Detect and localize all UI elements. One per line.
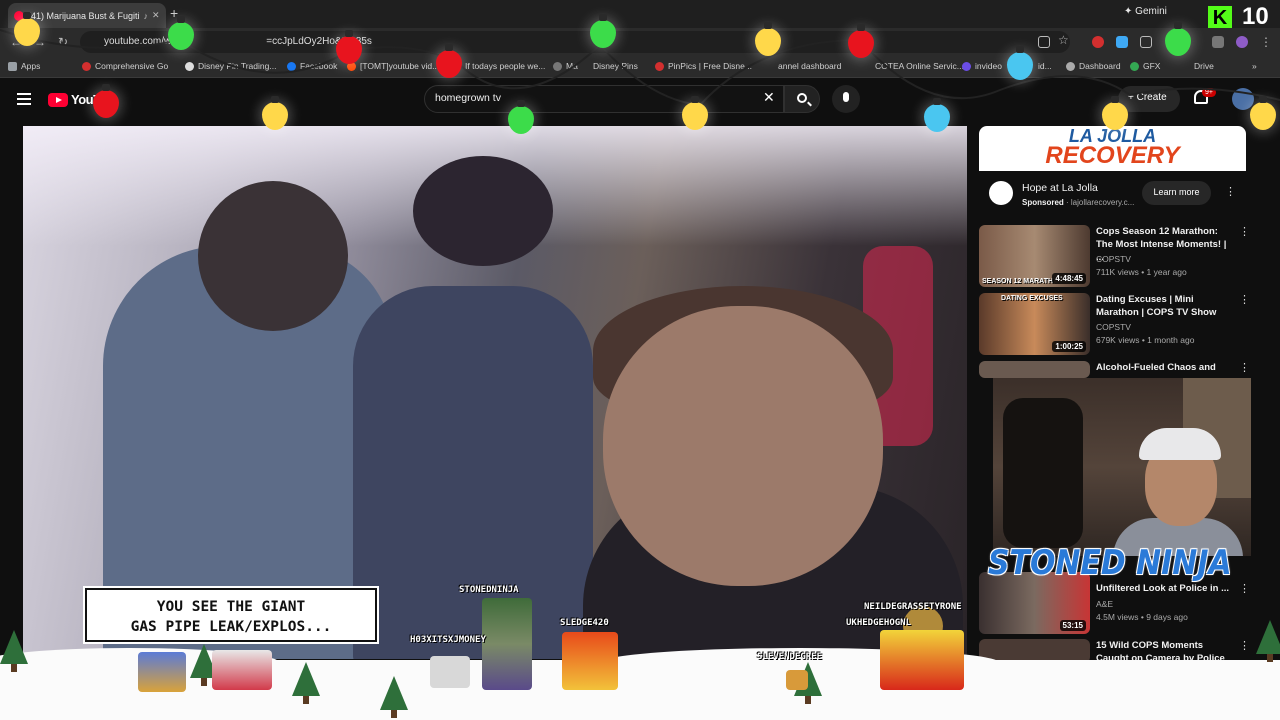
pine-tree-icon [380,676,408,718]
video-person-head [603,306,883,586]
video-thumbnail[interactable]: SEASON 12 MARATH 4:48:45 [979,225,1090,287]
chat-avatar-sprite [138,652,186,692]
video-person-firefighter [353,286,593,659]
video-more-icon[interactable]: ⋮ [1239,582,1250,595]
chat-avatar-sprite [482,598,532,690]
chat-message-line1: YOU SEE THE GIANT [156,599,306,615]
thumbnail-caption: DATING EXCUSES [1001,295,1063,302]
christmas-lights-wire [0,29,1280,107]
chat-avatar-sprite [786,670,808,690]
chat-username: STONEDNINJA [459,585,519,595]
learn-more-button[interactable]: Learn more [1142,181,1211,205]
chat-message-bubble: YOU SEE THE GIANT GAS PIPE LEAK/EXPLOS..… [85,588,377,642]
video-more-icon[interactable]: ⋮ [1239,361,1250,374]
video-channel[interactable]: COPSTV [1096,254,1131,264]
video-more-icon[interactable]: ⋮ [1239,293,1250,306]
video-thumbnail[interactable] [979,361,1090,378]
chat-username: NEILDEGRASSETYRONE [864,602,962,612]
video-title[interactable]: Unfiltered Look at Police in ... [1096,582,1232,595]
video-thumbnail[interactable]: DATING EXCUSES 1:00:25 [979,293,1090,355]
chat-avatar-sprite [212,650,272,690]
webcam-overlay [993,378,1251,556]
video-title[interactable]: Alcohol-Fueled Chaos and [1096,361,1232,374]
chat-username: UKHEDGEHOGNL [846,618,912,628]
pine-tree-icon [0,630,28,672]
video-duration: 1:00:25 [1052,341,1086,352]
chat-username: SLEVENDEGREE [757,652,823,662]
chat-avatar-sprite [880,630,964,690]
video-more-icon[interactable]: ⋮ [1239,639,1250,652]
chat-avatar-sprite [430,656,470,688]
video-person-head [198,181,348,331]
video-duration: 53:15 [1059,620,1086,631]
webcam-chair [1003,398,1083,548]
video-channel[interactable]: A&E [1096,599,1113,609]
chat-avatar-sprite [562,632,618,690]
advertiser-logo [989,181,1013,205]
ad-banner-line2: RECOVERY [1045,142,1180,169]
ad-info: Hope at La Jolla Sponsored · lajollareco… [979,171,1246,216]
video-meta: 679K views • 1 month ago [1096,335,1195,345]
chat-username: H03XITSXJMONEY [410,635,486,645]
video-more-icon[interactable]: ⋮ [1239,225,1250,238]
video-person-head [413,156,553,266]
video-title[interactable]: Dating Excuses | Mini Marathon | COPS TV… [1096,293,1232,319]
video-meta: 711K views • 1 year ago [1096,267,1187,277]
video-player[interactable] [23,126,967,659]
chat-username: SLEDGE420 [560,618,609,628]
recommended-video[interactable]: SEASON 12 MARATH 4:48:45 Cops Season 12 … [979,225,1250,289]
ad-title[interactable]: Hope at La Jolla [1022,182,1098,194]
thumbnail-caption: SEASON 12 MARATH [982,278,1054,285]
recommended-video[interactable]: DATING EXCUSES 1:00:25 Dating Excuses | … [979,293,1250,357]
video-channel[interactable]: COPSTV [1096,322,1131,332]
webcam-streamer-cap [1139,428,1221,460]
ad-more-icon[interactable]: ⋮ [1225,185,1236,198]
video-meta: 4.5M views • 9 days ago [1096,612,1188,622]
streamer-name-title: STONED NINJA [988,543,1232,583]
pine-tree-icon [1256,620,1280,662]
pine-tree-icon [292,662,320,704]
sidebar-ad[interactable]: LA JOLLA RECOVERY Hope at La Jolla Spons… [979,126,1246,216]
video-duration: 4:48:45 [1052,273,1086,284]
ad-banner[interactable]: LA JOLLA RECOVERY [979,126,1246,171]
ad-sponsor-line: Sponsored · lajollarecovery.c... [1022,198,1135,207]
chat-message-line2: GAS PIPE LEAK/EXPLOS... [130,619,332,635]
